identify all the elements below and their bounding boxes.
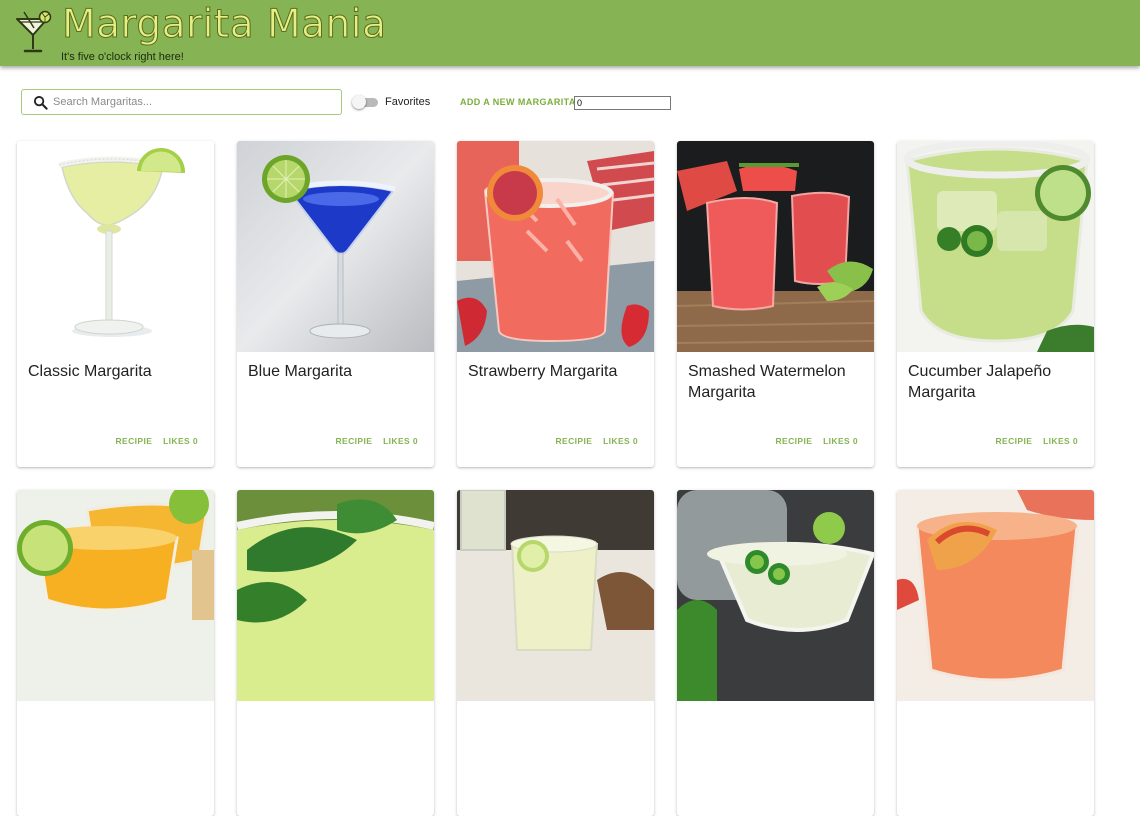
- likes-button[interactable]: LIKES 0: [823, 436, 858, 446]
- recipe-button[interactable]: RECIPIE: [336, 436, 373, 446]
- card-actions: RECIPIE LIKES 0: [996, 436, 1079, 446]
- recipe-button[interactable]: RECIPIE: [556, 436, 593, 446]
- card-smashed-watermelon-margarita[interactable]: Smashed Watermelon Margarita RECIPIE LIK…: [677, 141, 874, 467]
- card-actions: RECIPIE LIKES 0: [116, 436, 199, 446]
- card-title: Strawberry Margarita: [468, 363, 618, 380]
- card-image: [237, 141, 434, 352]
- card-blue-margarita[interactable]: Blue Margarita RECIPIE LIKES 0: [237, 141, 434, 467]
- card-title: Cucumber Jalapeño Margarita: [908, 363, 1052, 401]
- search-icon: [33, 95, 48, 110]
- likes-button[interactable]: LIKES 0: [1043, 436, 1078, 446]
- card-cucumber-jalapeno-margarita[interactable]: Cucumber Jalapeño Margarita RECIPIE LIKE…: [897, 141, 1094, 467]
- card-image: [457, 141, 654, 352]
- search-input[interactable]: [53, 93, 333, 111]
- toggle-thumb[interactable]: [352, 95, 366, 109]
- app-tagline: It's five o'clock right here!: [61, 51, 184, 63]
- card-image: [897, 490, 1094, 701]
- card-basil-margarita[interactable]: [237, 490, 434, 816]
- favorites-toggle[interactable]: [352, 95, 378, 110]
- card-image: [897, 141, 1094, 352]
- recipe-button[interactable]: RECIPIE: [776, 436, 813, 446]
- card-peach-margarita[interactable]: [897, 490, 1094, 816]
- card-title: Blue Margarita: [248, 363, 353, 380]
- search-box[interactable]: [21, 89, 342, 115]
- likes-button[interactable]: LIKES 0: [163, 436, 198, 446]
- card-jalapeno-margarita[interactable]: [677, 490, 874, 816]
- app-title: Margarita Mania: [62, 2, 387, 48]
- card-actions: RECIPIE LIKES 0: [336, 436, 419, 446]
- card-image: [17, 490, 214, 701]
- add-margarita-button[interactable]: ADD A NEW MARGARITA: [460, 97, 576, 107]
- card-image: [457, 490, 654, 701]
- likes-button[interactable]: LIKES 0: [603, 436, 638, 446]
- card-mango-margarita[interactable]: [17, 490, 214, 816]
- card-lime-margarita[interactable]: [457, 490, 654, 816]
- margarita-glass-icon: [16, 10, 52, 53]
- recipe-button[interactable]: RECIPIE: [116, 436, 153, 446]
- recipe-button[interactable]: RECIPIE: [996, 436, 1033, 446]
- likes-button[interactable]: LIKES 0: [383, 436, 418, 446]
- add-margarita-input[interactable]: [574, 96, 671, 110]
- card-title: Classic Margarita: [28, 363, 152, 380]
- card-actions: RECIPIE LIKES 0: [556, 436, 639, 446]
- card-classic-margarita[interactable]: Classic Margarita RECIPIE LIKES 0: [17, 141, 214, 467]
- card-image: [17, 141, 214, 352]
- card-image: [237, 490, 434, 701]
- favorites-label: Favorites: [385, 96, 431, 108]
- card-image: [677, 490, 874, 701]
- card-strawberry-margarita[interactable]: Strawberry Margarita RECIPIE LIKES 0: [457, 141, 654, 467]
- card-image: [677, 141, 874, 352]
- card-title: Smashed Watermelon Margarita: [688, 363, 846, 401]
- card-actions: RECIPIE LIKES 0: [776, 436, 859, 446]
- app-header: Margarita Mania It's five o'clock right …: [0, 0, 1140, 66]
